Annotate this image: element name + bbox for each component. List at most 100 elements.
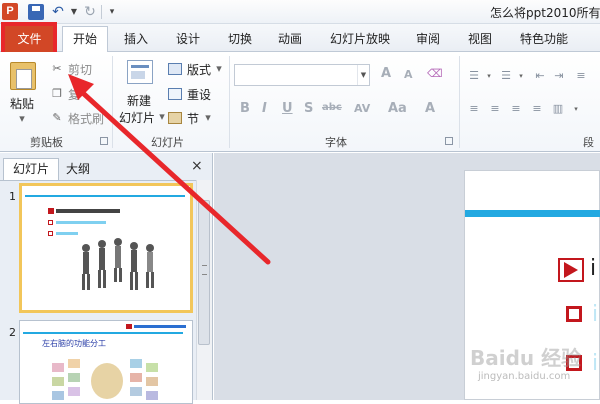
bullets-dropdown-icon[interactable]: ▾	[483, 70, 495, 82]
underline-button[interactable]: U	[282, 101, 293, 116]
clear-formatting-icon[interactable]: ⌫	[427, 68, 443, 80]
slide2-title: 左右脑的功能分工	[42, 339, 106, 348]
align-left-icon[interactable]: ≡	[468, 103, 480, 115]
italic-button[interactable]: I	[262, 101, 267, 116]
slide-title-text	[56, 209, 120, 213]
chevron-down-icon[interactable]: ▼	[357, 65, 369, 85]
redo-icon[interactable]: ↻	[82, 4, 98, 20]
new-slide-icon[interactable]	[127, 60, 153, 84]
tab-view[interactable]: 视图	[468, 29, 492, 52]
slides-group-label: 幻灯片	[151, 136, 184, 149]
slide-number: 2	[9, 326, 16, 339]
format-painter-button[interactable]: 格式刷	[68, 110, 104, 127]
close-icon[interactable]: ×	[191, 158, 203, 174]
reset-button[interactable]: 重设	[187, 86, 211, 103]
slide-number: 1	[9, 190, 16, 203]
new-slide-dropdown-icon[interactable]: ▾	[156, 111, 168, 123]
copy-button[interactable]: 复	[68, 86, 80, 103]
change-case-button[interactable]: Aa	[388, 101, 407, 116]
slide-bullet	[48, 220, 53, 225]
character-spacing-button[interactable]: AV	[354, 102, 370, 115]
baidu-watermark: Baidu 经验	[470, 346, 582, 370]
shrink-font-button[interactable]: A	[404, 68, 413, 81]
slide-header-text	[134, 325, 186, 328]
section-dropdown-icon[interactable]: ▾	[202, 112, 214, 124]
layout-icon[interactable]	[168, 63, 182, 75]
brain-diagram-image	[52, 359, 158, 400]
columns-dropdown-icon[interactable]: ▾	[570, 103, 582, 115]
paste-dropdown-icon[interactable]: ▾	[16, 113, 28, 125]
powerpoint-app-icon[interactable]: P	[2, 3, 18, 20]
strikethrough-button[interactable]: abc	[322, 102, 342, 113]
undo-dropdown-icon[interactable]: ▼	[66, 4, 82, 20]
numbering-icon[interactable]: ☰	[500, 70, 512, 82]
font-color-button[interactable]: A	[425, 101, 435, 116]
section-button[interactable]: 节	[187, 110, 199, 127]
font-name-combo[interactable]: ▼	[234, 64, 370, 86]
tab-review[interactable]: 审阅	[416, 29, 440, 52]
slide-title-text[interactable]: i	[590, 256, 596, 281]
group-separator	[459, 56, 460, 148]
new-slide-button[interactable]: 新建	[127, 92, 151, 109]
tab-transitions[interactable]: 切换	[228, 29, 252, 52]
qat-separator	[101, 5, 102, 19]
paste-icon[interactable]	[10, 62, 36, 90]
slide-header-bullet	[126, 324, 132, 329]
tab-slideshow[interactable]: 幻灯片放映	[330, 29, 390, 52]
slide-thumbnail-1[interactable]	[19, 183, 193, 313]
text-shadow-button[interactable]: S	[304, 101, 313, 116]
people-silhouettes	[82, 238, 154, 290]
slide-bullet	[48, 231, 53, 236]
clipboard-group-label: 剪贴板	[30, 136, 63, 149]
tab-insert[interactable]: 插入	[124, 29, 148, 52]
format-painter-icon[interactable]: ✎	[51, 112, 63, 124]
font-group-label: 字体	[325, 136, 347, 149]
font-launcher-icon[interactable]	[445, 137, 453, 145]
columns-icon[interactable]: ▥	[552, 103, 564, 115]
slide-bullet-text[interactable]: i	[592, 302, 598, 327]
bold-button[interactable]: B	[240, 101, 250, 116]
clipboard-launcher-icon[interactable]	[100, 137, 108, 145]
grow-font-button[interactable]: A	[381, 66, 391, 81]
slide-accent-line	[25, 195, 185, 197]
paste-button[interactable]: 粘贴	[10, 95, 34, 112]
tab-home[interactable]: 开始	[62, 26, 108, 53]
scrollbar-thumb[interactable]	[198, 200, 210, 345]
numbering-dropdown-icon[interactable]: ▾	[515, 70, 527, 82]
increase-indent-icon[interactable]: ⇥	[553, 70, 565, 82]
tab-outline[interactable]: 大纲	[66, 160, 90, 177]
layout-dropdown-icon[interactable]: ▾	[213, 63, 225, 75]
tab-animations[interactable]: 动画	[278, 29, 302, 52]
paragraph-group-label: 段	[583, 136, 594, 149]
line-spacing-icon[interactable]: ≡	[575, 70, 587, 82]
group-separator	[229, 56, 230, 148]
jumping-people-image	[82, 238, 154, 290]
customize-qat-icon[interactable]: ▾	[104, 4, 120, 20]
slide-accent-line	[465, 210, 600, 217]
save-icon[interactable]	[28, 4, 44, 20]
align-center-icon[interactable]: ≡	[489, 103, 501, 115]
bullets-icon[interactable]: ☰	[468, 70, 480, 82]
reset-icon[interactable]	[168, 88, 182, 100]
new-slide-label[interactable]: 幻灯片	[119, 109, 155, 126]
tab-design[interactable]: 设计	[176, 29, 200, 52]
group-separator	[112, 56, 113, 148]
tab-slides[interactable]: 幻灯片	[3, 158, 59, 180]
cut-button[interactable]: 剪切	[68, 61, 92, 78]
undo-icon[interactable]: ↶	[50, 4, 66, 20]
slide-bullet-text	[56, 221, 106, 224]
document-title: 怎么将ppt2010所有	[490, 6, 600, 20]
watermark-url: jingyan.baidu.com	[478, 371, 571, 382]
decrease-indent-icon[interactable]: ⇤	[534, 70, 546, 82]
slide-thumbnail-2[interactable]: 左右脑的功能分工	[19, 320, 193, 404]
cut-icon[interactable]: ✂	[51, 63, 63, 75]
layout-button[interactable]: 版式	[187, 61, 211, 78]
tab-special-features[interactable]: 特色功能	[520, 29, 568, 52]
align-right-icon[interactable]: ≡	[510, 103, 522, 115]
slide-bullet-text[interactable]: i	[592, 351, 598, 376]
slide-bullet-text	[56, 232, 78, 235]
copy-icon[interactable]: ❐	[51, 88, 63, 100]
section-icon[interactable]	[168, 112, 182, 124]
slide-accent-line	[23, 332, 183, 334]
justify-icon[interactable]: ≡	[531, 103, 543, 115]
